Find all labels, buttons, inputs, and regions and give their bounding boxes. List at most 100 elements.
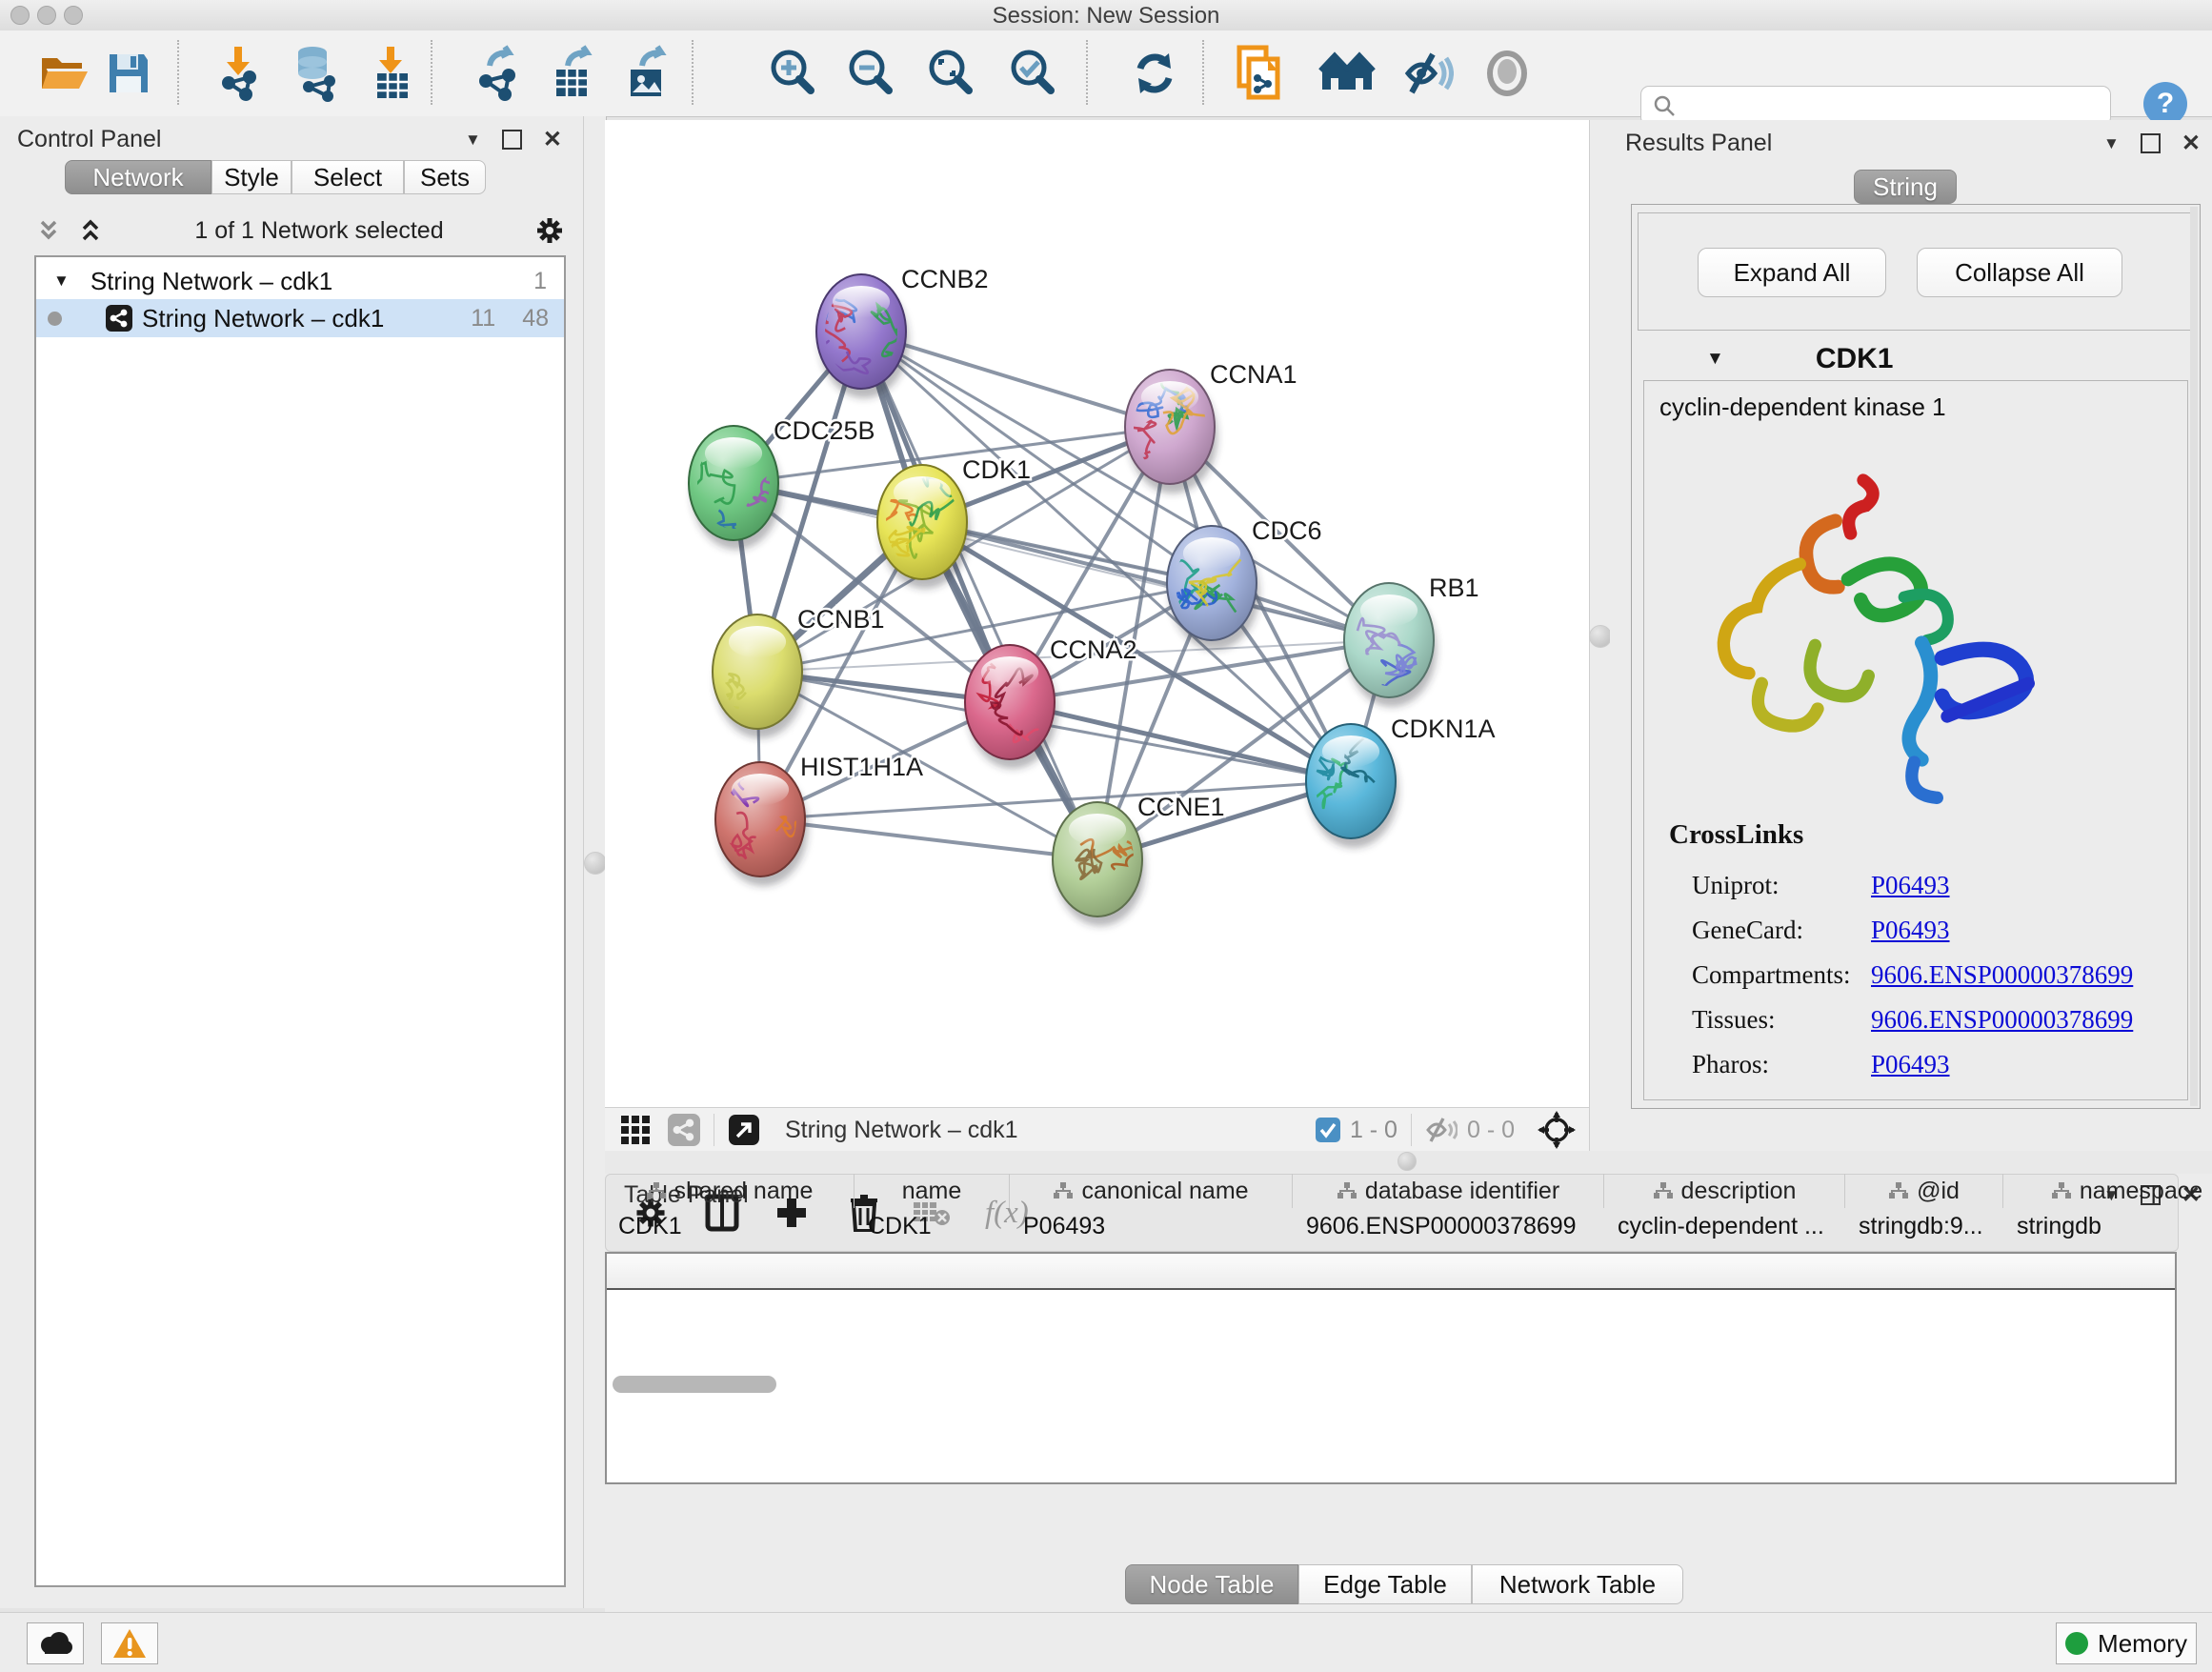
zoom-out-button[interactable] [840,43,901,104]
node-label: RB1 [1429,574,1479,602]
network-node-ccna2[interactable]: CCNA2 [965,635,1137,769]
splitter-handle[interactable] [1398,1152,1417,1171]
horizontal-splitter[interactable] [605,1151,2212,1174]
network-node-ccna1[interactable]: CCNA1 [1115,360,1297,494]
zoom-in-button[interactable] [762,43,823,104]
tab-node-table[interactable]: Node Table [1125,1564,1298,1604]
open-session-button[interactable] [34,43,95,104]
network-node-hist1h1a[interactable]: HIST1H1A [711,753,923,886]
import-network-from-database-button[interactable] [286,43,347,104]
zoom-selected-button[interactable] [1002,43,1063,104]
import-table-icon [368,45,417,102]
network-node-rb1[interactable]: RB1 [1344,574,1479,730]
splitter-handle[interactable] [584,852,607,875]
network-selected-text: 1 of 1 Network selected [105,217,533,245]
crosslink-value-link[interactable]: P06493 [1871,916,1950,945]
network-tree-row-selected[interactable]: String Network – cdk1 11 48 [36,299,564,337]
vertical-splitter-right[interactable] [1589,120,1612,1151]
network-node-cdc6[interactable]: CDC6 [1157,516,1322,650]
search-input[interactable] [1683,89,2097,121]
import-table-from-file-button[interactable] [362,43,423,104]
network-node-cdkn1a[interactable]: CDKN1A [1297,715,1495,848]
export-network-button[interactable] [469,43,530,104]
network-node-cdk1[interactable]: CDK1 [864,455,1031,589]
network-label: String Network – cdk1 [142,304,384,333]
memory-button[interactable]: Memory [2056,1622,2197,1664]
collapse-all-chevron-icon[interactable] [34,216,63,245]
cloud-status-button[interactable] [27,1622,84,1664]
birdseye-crosshair-icon[interactable] [1538,1111,1576,1149]
hide-selected-button[interactable] [1397,43,1458,104]
node-entry-header[interactable]: ▼ CDK1 [1638,338,2192,380]
crosslink-value-link[interactable]: 9606.ENSP00000378699 [1871,960,2133,990]
network-tree-root-row[interactable]: ▼ String Network – cdk1 1 [36,263,564,299]
show-all-button[interactable] [1477,43,1538,104]
tab-sets[interactable]: Sets [404,160,486,194]
node-label: CCNE1 [1137,793,1225,821]
tab-style[interactable]: Style [211,160,292,194]
panel-menu-icon[interactable]: ▼ [465,131,481,150]
results-scrollbar[interactable] [2190,207,2198,1106]
zoom-fit-button[interactable] [920,43,981,104]
network-edge[interactable] [760,819,1097,859]
panel-float-icon[interactable] [502,130,522,150]
export-image-button[interactable] [617,43,678,104]
crosslink-label: Compartments: [1692,960,1871,990]
control-panel-title: Control Panel [17,126,161,153]
network-node-cdc25b[interactable]: CDC25B [689,416,875,555]
refresh-layout-button[interactable] [1124,43,1185,104]
panel-close-icon[interactable]: ✕ [2182,130,2201,157]
node-label: CDC25B [774,416,875,445]
horizontal-scrollbar-thumb[interactable] [613,1376,776,1393]
save-session-button[interactable] [98,43,159,104]
network-node-ccnb1[interactable]: CCNB1 [713,605,885,738]
panel-float-icon[interactable] [2141,133,2161,153]
collapse-all-button[interactable]: Collapse All [1917,248,2122,297]
selected-checkbox-icon[interactable] [1316,1118,1340,1142]
eye-slash-icon [1400,49,1454,98]
network-node-ccne1[interactable]: CCNE1 [1053,793,1225,926]
table-panel: Table Panel ▼ ✕ f(x) [605,1174,2212,1612]
grid-view-icon[interactable] [620,1115,651,1145]
network-view[interactable]: CCNB2 CCNA1 CDC25B CDK1 CDC6 RB1 CCNB1 CCNA2 CDK… [605,120,1589,1151]
entry-description: cyclin-dependent kinase 1 [1659,393,1946,422]
expand-collapse-bar: Expand All Collapse All [1638,212,2192,331]
panel-close-icon[interactable]: ✕ [543,126,562,153]
houses-button[interactable] [1317,43,1377,104]
import-network-from-file-button[interactable] [210,43,271,104]
tab-select[interactable]: Select [292,160,404,194]
crosslink-row: Uniprot: P06493 [1692,863,2168,908]
crosslink-value-link[interactable]: P06493 [1871,1050,1950,1079]
crosslink-value-link[interactable]: P06493 [1871,871,1950,900]
panel-menu-icon[interactable]: ▼ [2103,134,2120,153]
zoom-fit-icon [924,47,977,100]
memory-label: Memory [2098,1629,2187,1659]
tab-string[interactable]: String [1854,170,1957,204]
crosslink-value-link[interactable]: 9606.ENSP00000378699 [1871,1005,2133,1035]
tree-expand-triangle-icon[interactable]: ▼ [53,272,70,291]
expand-all-button[interactable]: Expand All [1698,248,1886,297]
tab-network[interactable]: Network [65,160,211,194]
tab-network-table[interactable]: Network Table [1472,1564,1683,1604]
warning-status-button[interactable] [101,1622,158,1664]
export-table-button[interactable] [543,43,604,104]
network-view-title: String Network – cdk1 [785,1117,1018,1144]
network-graph[interactable]: CCNB2 CCNA1 CDC25B CDK1 CDC6 RB1 CCNB1 CCNA2 CDK… [605,120,1589,1107]
vertical-splitter-left[interactable] [583,116,607,1608]
node-table[interactable]: shared namenamecanonical namedatabase id… [605,1252,2177,1484]
open-in-window-icon[interactable] [728,1114,760,1146]
tab-edge-table[interactable]: Edge Table [1298,1564,1472,1604]
node-label: CCNB2 [901,265,989,293]
entry-collapse-triangle-icon[interactable]: ▼ [1706,349,1724,370]
splitter-handle[interactable] [1589,625,1612,648]
network-edge[interactable] [1010,702,1351,781]
node-label: HIST1H1A [800,753,923,781]
share-network-icon [106,305,132,332]
expand-all-chevron-icon[interactable] [76,216,105,245]
node-label: CCNA2 [1050,635,1137,664]
zoom-selected-icon [1006,47,1059,100]
new-network-from-selection-button[interactable] [1229,43,1290,104]
gear-icon[interactable] [533,214,566,247]
share-network-gray-icon[interactable] [668,1114,700,1146]
results-panel-title: Results Panel [1625,130,1772,157]
